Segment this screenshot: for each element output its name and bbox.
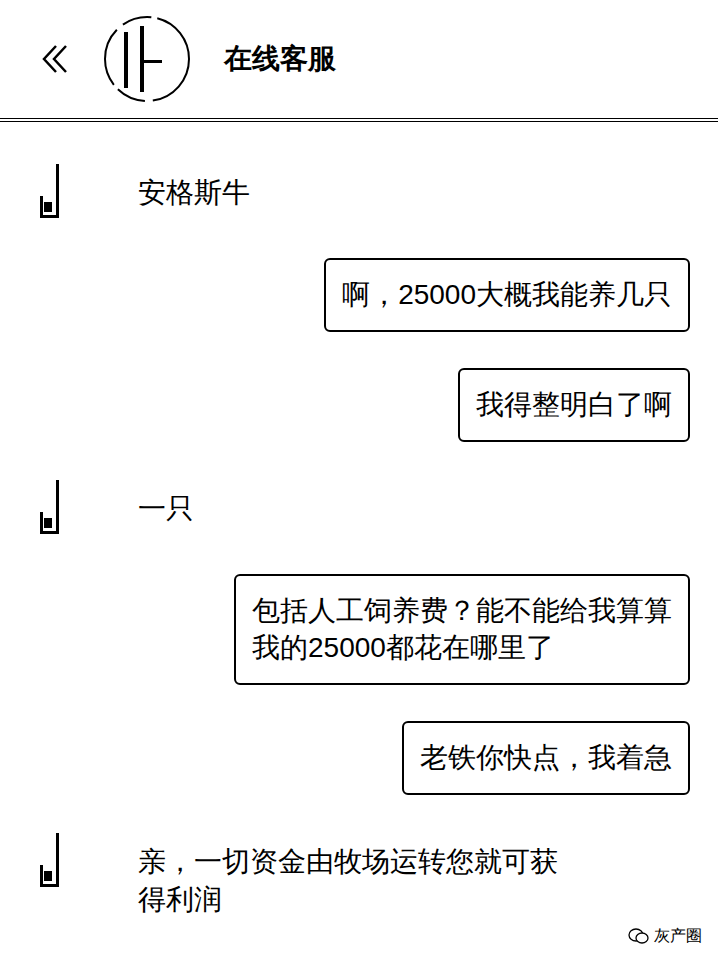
back-arrow-icon[interactable] xyxy=(40,42,70,76)
agent-avatar-icon xyxy=(36,162,66,222)
sent-bubble: 我得整明白了啊 xyxy=(458,368,690,442)
sent-message-row: 老铁你快点，我着急 xyxy=(0,721,718,795)
received-text: 亲，一切资金由牧场运转您就可获得利润 xyxy=(138,831,558,919)
message-line: 亲，一切资金由牧场运转您就可获 xyxy=(138,843,558,881)
received-text: 一只 xyxy=(138,478,194,528)
sent-message-row: 包括人工饲养费？能不能给我算算我的25000都花在哪里了 xyxy=(0,574,718,686)
service-avatar-icon xyxy=(102,14,192,104)
received-message-row: 亲，一切资金由牧场运转您就可获得利润 xyxy=(0,831,718,919)
message-line: 老铁你快点，我着急 xyxy=(420,739,672,777)
message-line: 包括人工饲养费？能不能给我算算 xyxy=(252,592,672,630)
chat-screen: 在线客服安格斯牛啊，25000大概我能养几只我得整明白了啊一只包括人工饲养费？能… xyxy=(0,0,718,960)
message-line: 安格斯牛 xyxy=(138,174,250,212)
sent-message-row: 啊，25000大概我能养几只 xyxy=(0,258,718,332)
message-line: 我得整明白了啊 xyxy=(476,386,672,424)
sent-bubble: 老铁你快点，我着急 xyxy=(402,721,690,795)
received-message-row: 一只 xyxy=(0,478,718,538)
message-line: 我的25000都花在哪里了 xyxy=(252,629,672,667)
watermark-text: 灰产圈 xyxy=(654,924,702,948)
sent-bubble: 包括人工饲养费？能不能给我算算我的25000都花在哪里了 xyxy=(234,574,690,686)
header: 在线客服 xyxy=(0,0,718,122)
wechat-icon xyxy=(628,927,650,945)
message-list: 安格斯牛啊，25000大概我能养几只我得整明白了啊一只包括人工饲养费？能不能给我… xyxy=(0,122,718,919)
sent-bubble: 啊，25000大概我能养几只 xyxy=(324,258,690,332)
header-title: 在线客服 xyxy=(224,38,336,80)
received-text: 安格斯牛 xyxy=(138,162,250,212)
message-line: 得利润 xyxy=(138,881,558,919)
watermark: 灰产圈 xyxy=(628,924,702,948)
message-line: 一只 xyxy=(138,490,194,528)
sent-message-row: 我得整明白了啊 xyxy=(0,368,718,442)
received-message-row: 安格斯牛 xyxy=(0,162,718,222)
agent-avatar-icon xyxy=(36,831,66,891)
agent-avatar-icon xyxy=(36,478,66,538)
message-line: 啊，25000大概我能养几只 xyxy=(342,276,672,314)
